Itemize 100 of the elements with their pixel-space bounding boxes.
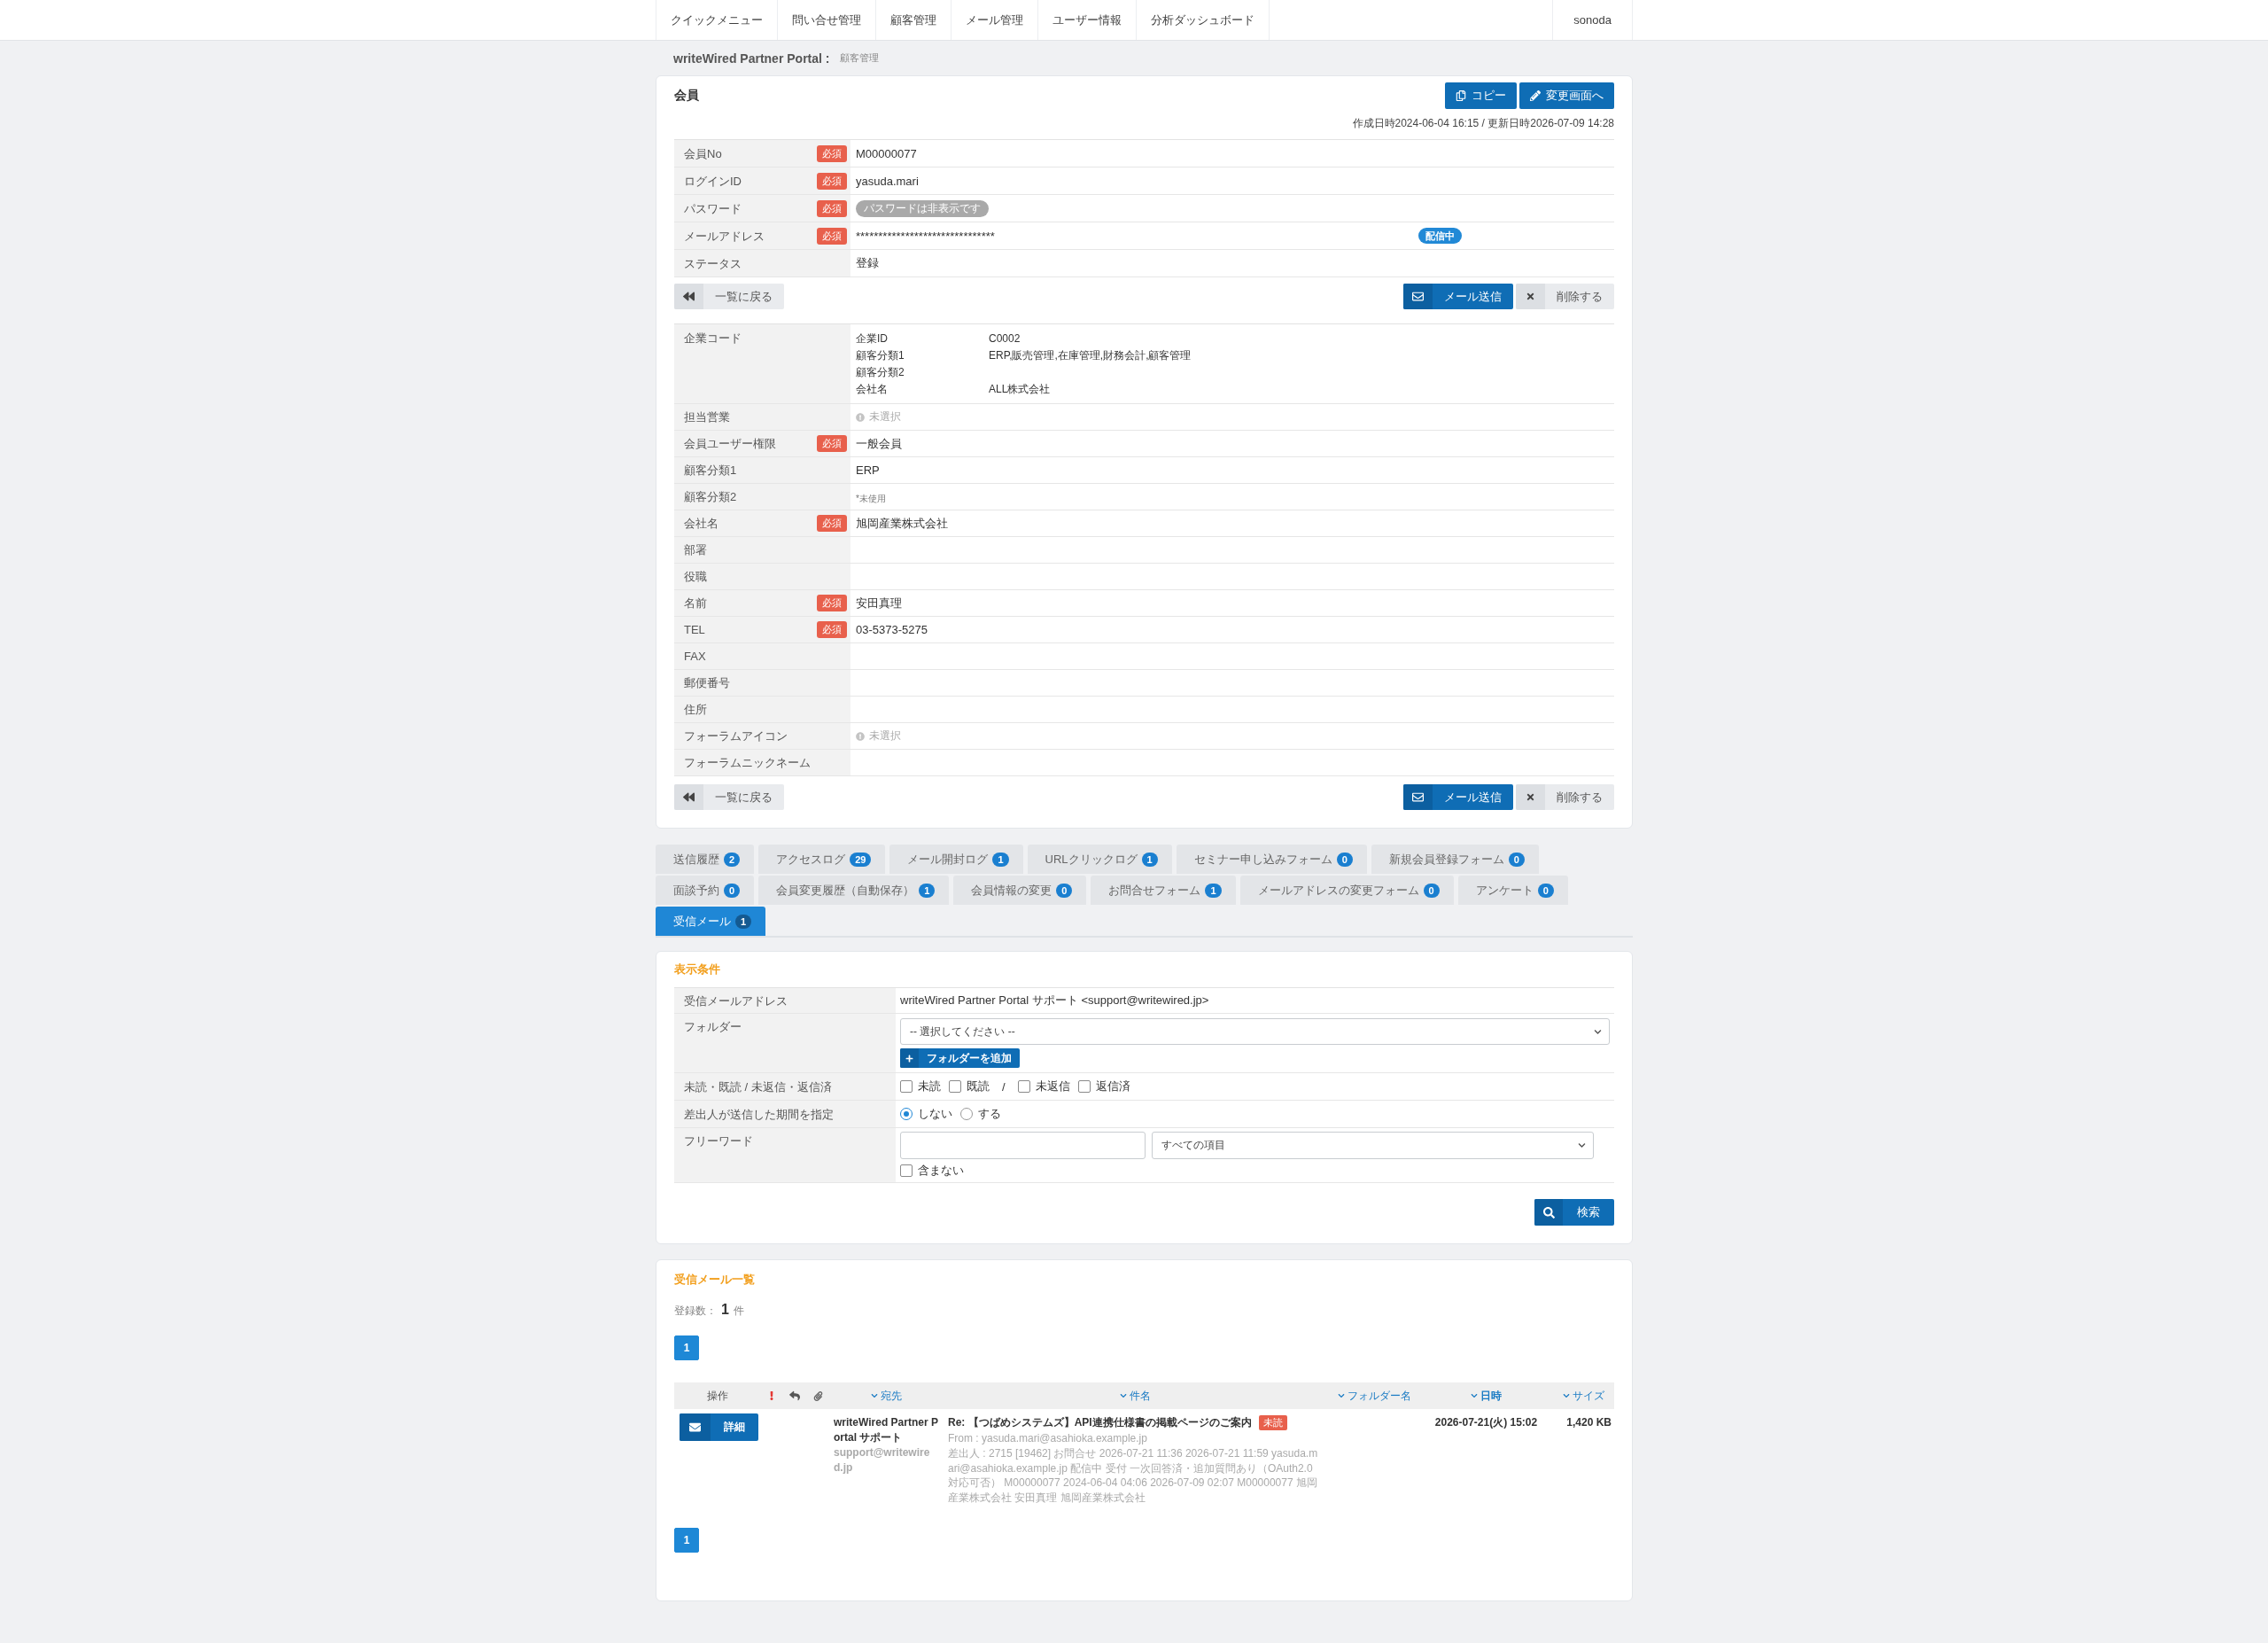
sort-link[interactable]: フォルダー名 <box>1337 1388 1411 1404</box>
field-value: 一般会員 <box>856 435 902 452</box>
delete-button[interactable]: 削除する <box>1516 784 1614 810</box>
mail-excerpt: 差出人 : 2715 [19462] お問合せ 2026-07-21 11:36 2026-07-21 11:59 yasuda.mari@asahioka.example.jp 配信中 受付 一次回答済・追加質問あり（OAuth2.0対応可否） M00000077 2024-06-04 04:06 2026-07-09 02:07 M00000077 旭岡産業株式会社 安田真理 旭岡産業株式会社 <box>948 1446 1319 1505</box>
send-mail-button[interactable]: メール送信 <box>1403 784 1513 810</box>
checkbox[interactable] <box>1017 1080 1030 1093</box>
field-label: フリーワード <box>684 1133 753 1149</box>
separator-slash: / <box>1002 1079 1006 1094</box>
field-label: TEL <box>684 622 705 637</box>
detail-button[interactable]: 詳細 <box>680 1413 758 1441</box>
rewind-icon <box>683 291 695 302</box>
edit-button[interactable]: 変更画面へ <box>1519 82 1614 109</box>
count-badge: 1 <box>1205 883 1222 898</box>
envelope-icon <box>1412 791 1424 803</box>
copy-icon <box>1456 90 1466 101</box>
search-button[interactable]: 検索 <box>1534 1199 1614 1226</box>
field-label: 企業コード <box>684 331 742 346</box>
field-label: 顧客分類1 <box>684 463 737 478</box>
info-icon <box>856 412 865 422</box>
info-icon <box>856 731 865 741</box>
field-label: フォーラムニックネーム <box>684 755 811 770</box>
detail-label: 顧客分類2 <box>856 365 905 380</box>
detail-value: ERP,販売管理,在庫管理,財務会計,顧客管理 <box>989 348 1192 363</box>
tab[interactable]: アクセスログ 29 <box>758 845 886 874</box>
checkbox-label: 返信済 <box>1095 1078 1130 1094</box>
tab[interactable]: メール開封ログ 1 <box>889 845 1023 874</box>
freeword-input[interactable] <box>900 1132 1146 1159</box>
nav-link[interactable]: 顧客管理 <box>875 0 951 40</box>
field-label: 受信メールアドレス <box>684 993 788 1008</box>
checkbox[interactable] <box>1077 1080 1091 1093</box>
recipient-name: writeWired Partner Portal サポート <box>834 1415 938 1445</box>
received-date: 2026-07-21(火) 15:02 <box>1434 1415 1538 1430</box>
detail-value: ALL株式会社 <box>989 382 1051 397</box>
column-header: 操作 <box>706 1388 728 1404</box>
send-mail-button[interactable]: メール送信 <box>1403 284 1513 309</box>
required-badge: 必須 <box>817 227 847 245</box>
sort-link[interactable]: 日時 <box>1471 1388 1502 1404</box>
checkbox-label: 未返信 <box>1035 1078 1070 1094</box>
field-label: ステータス <box>684 255 742 271</box>
masked-email: ******************************* <box>856 229 995 243</box>
sort-link[interactable]: サイズ <box>1562 1388 1604 1404</box>
checkbox[interactable] <box>949 1080 961 1093</box>
field-label: 差出人が送信した期間を指定 <box>684 1107 834 1122</box>
count-badge: 0 <box>724 883 741 898</box>
back-to-list-button[interactable]: 一覧に戻る <box>674 784 784 810</box>
count-badge: 1 <box>992 852 1009 867</box>
panel-title: 会員 <box>674 88 699 104</box>
breadcrumb-page: 顧客管理 <box>840 51 880 65</box>
mail-subject: Re: 【つばめシステムズ】API連携仕様書の掲載ページのご案内 <box>948 1415 1252 1430</box>
nav-link[interactable]: メール管理 <box>951 0 1037 40</box>
unselected-value: 未選択 <box>869 728 901 744</box>
radio-button[interactable] <box>960 1108 973 1120</box>
tab[interactable]: お問合せフォーム 1 <box>1091 876 1236 905</box>
radio-label: しない <box>918 1106 952 1122</box>
field-label: 部署 <box>684 542 707 557</box>
plus-icon <box>905 1054 913 1063</box>
chevron-down-icon <box>1471 1392 1478 1399</box>
timestamps: 作成日時2024-06-04 16:15 / 更新日時2026-07-09 14:28 <box>1352 116 1614 130</box>
rewind-icon <box>683 791 695 803</box>
close-icon <box>1526 292 1535 301</box>
checkbox-label: 含まない <box>918 1163 964 1179</box>
tab[interactable]: セミナー申し込みフォーム 0 <box>1176 845 1367 874</box>
field-label: 郵便番号 <box>684 675 730 690</box>
tab[interactable]: アンケート 0 <box>1457 876 1568 905</box>
page-button[interactable]: 1 <box>674 1335 699 1360</box>
field-value: writeWired Partner Portal サポート <support@writewired.jp> <box>900 993 1209 1008</box>
checkbox[interactable] <box>900 1080 913 1093</box>
tab[interactable]: メールアドレスの変更フォーム 0 <box>1239 876 1454 905</box>
sort-link[interactable]: 件名 <box>1119 1388 1151 1404</box>
tab[interactable]: 受信メール 1 <box>656 907 766 936</box>
search-scope-select[interactable]: すべての項目 <box>1152 1132 1594 1159</box>
unread-badge: 未読 <box>1258 1415 1287 1430</box>
nav-link[interactable]: 問い合せ管理 <box>777 0 875 40</box>
copy-button[interactable]: コピー <box>1445 82 1517 109</box>
required-badge: 必須 <box>817 172 847 190</box>
nav-link[interactable]: 分析ダッシュボード <box>1136 0 1270 40</box>
delete-button[interactable]: 削除する <box>1516 284 1614 309</box>
tab[interactable]: 新規会員登録フォーム 0 <box>1371 845 1539 874</box>
tab[interactable]: 送信履歴 2 <box>656 845 755 874</box>
sort-link[interactable]: 宛先 <box>870 1388 902 1404</box>
folder-select[interactable]: -- 選択してください -- <box>900 1018 1610 1045</box>
count-badge: 0 <box>1508 852 1525 867</box>
tab[interactable]: 面談予約 0 <box>656 876 755 905</box>
hidden-password-pill: パスワードは非表示です <box>856 199 989 217</box>
checkbox[interactable] <box>900 1164 913 1177</box>
add-folder-button[interactable]: フォルダーを追加 <box>900 1048 1020 1068</box>
tab[interactable]: 会員変更履歴（自動保存） 1 <box>758 876 950 905</box>
field-value: M00000077 <box>856 146 917 160</box>
tab[interactable]: 会員情報の変更 0 <box>953 876 1087 905</box>
section-title: 表示条件 <box>674 962 720 977</box>
user-menu[interactable]: sonoda <box>1552 0 1633 40</box>
radio-button[interactable] <box>900 1108 913 1120</box>
radio-label: する <box>978 1106 1001 1122</box>
nav-link[interactable]: クイックメニュー <box>656 0 777 40</box>
back-to-list-button[interactable]: 一覧に戻る <box>674 284 784 309</box>
nav-link[interactable]: ユーザー情報 <box>1037 0 1136 40</box>
unselected-value: 未選択 <box>869 409 901 424</box>
page-button[interactable]: 1 <box>674 1528 699 1553</box>
field-label: メールアドレス <box>684 228 765 244</box>
tab[interactable]: URLクリックログ 1 <box>1027 845 1172 874</box>
